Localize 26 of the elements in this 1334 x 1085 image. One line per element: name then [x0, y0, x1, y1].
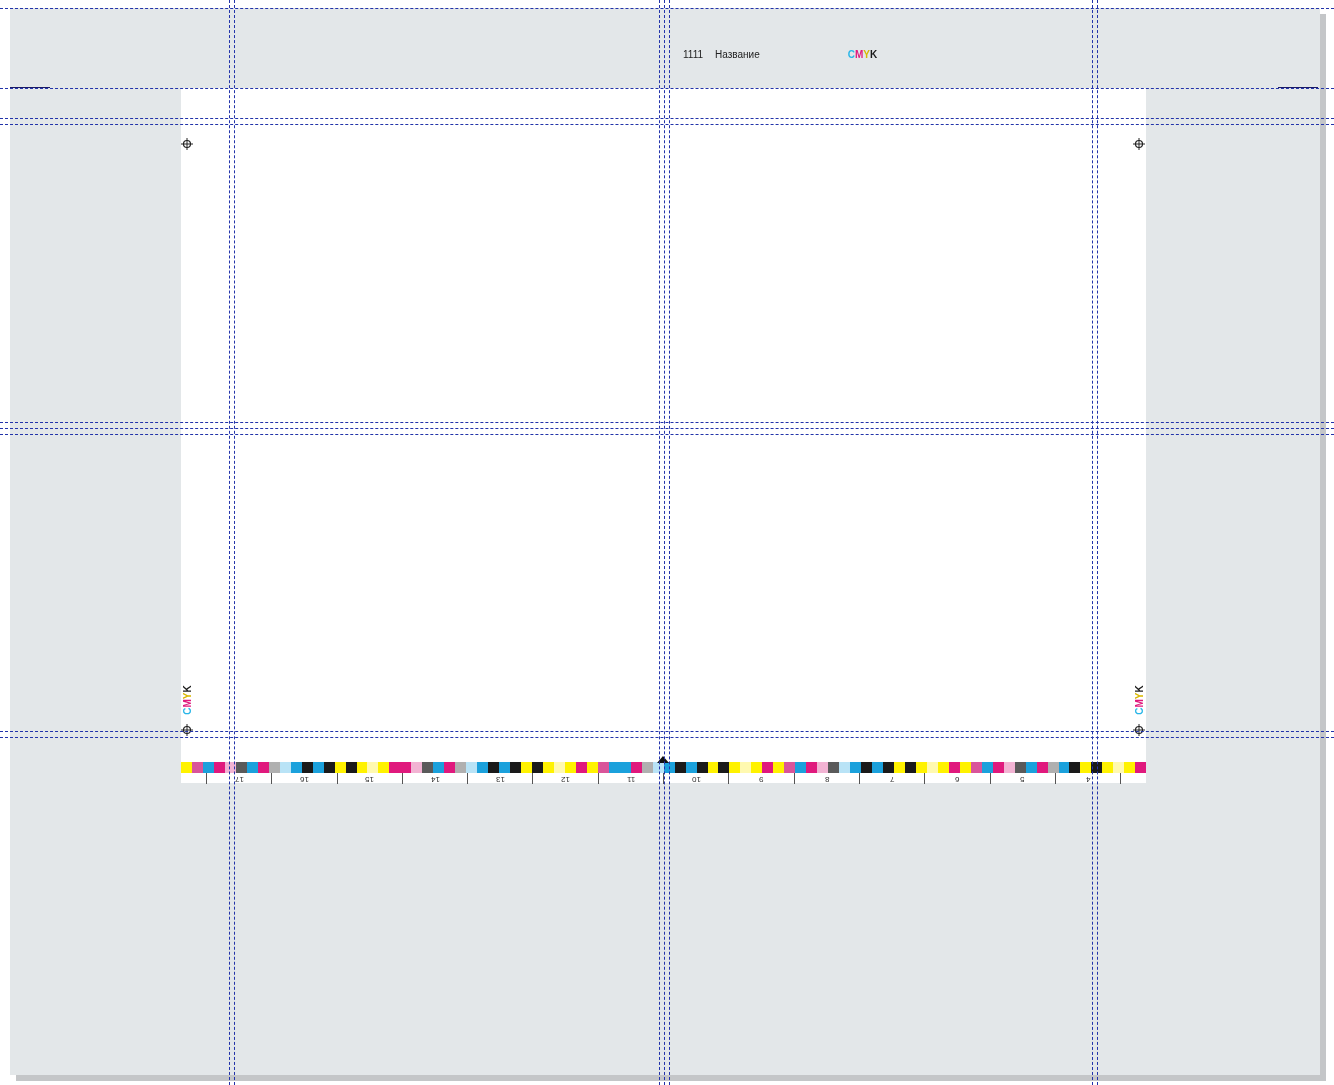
scale-number: 13 — [495, 774, 505, 784]
job-number: 1111 — [683, 48, 704, 62]
scale-number: 14 — [430, 774, 440, 784]
page-corner-marker-icon — [657, 755, 669, 763]
scale-number: 17 — [234, 774, 244, 784]
cmyk-label: CMYK — [847, 48, 878, 62]
registration-mark-icon — [1133, 138, 1145, 150]
scale-number: 4 — [1085, 774, 1091, 784]
margin-line — [10, 87, 50, 88]
scale-number: 6 — [955, 774, 960, 784]
scale-number: 7 — [889, 774, 895, 784]
scale-number: 5 — [1020, 774, 1025, 784]
scale-number: 15 — [365, 774, 375, 784]
cmyk-label: CMYK — [182, 684, 194, 717]
registration-mark-icon — [181, 724, 193, 736]
scale-number: 16 — [300, 774, 309, 784]
margin-line — [1278, 87, 1318, 88]
registration-mark-icon — [181, 138, 193, 150]
scale-number: 11 — [626, 774, 636, 784]
registration-mark-icon — [1133, 724, 1145, 736]
job-title: Название — [715, 48, 760, 62]
scale-number: 10 — [691, 774, 701, 784]
cmyk-label: CMYK — [1134, 684, 1146, 717]
scale-number: 9 — [759, 774, 764, 784]
scale-number: 12 — [561, 774, 571, 784]
scale-number: 8 — [824, 774, 830, 784]
